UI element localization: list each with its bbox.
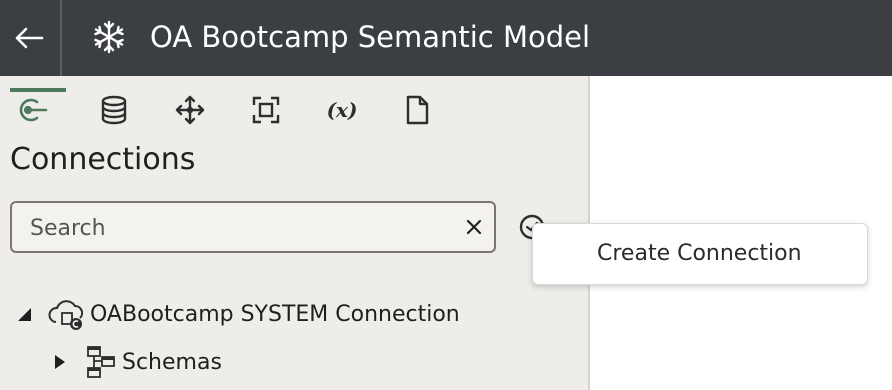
connection-plug-icon [19, 98, 48, 122]
back-button[interactable] [0, 0, 60, 76]
tab-database[interactable] [92, 88, 136, 132]
menu-item-create-connection[interactable]: Create Connection [597, 238, 802, 270]
collapsed-triangle-icon[interactable] [50, 352, 70, 372]
arrow-left-icon [15, 27, 44, 49]
database-icon [101, 95, 127, 125]
tab-connections[interactable] [10, 88, 66, 132]
close-icon [466, 219, 482, 235]
tree-item-label: OABootcamp SYSTEM Connection [90, 301, 460, 327]
clear-search-button[interactable] [460, 213, 488, 241]
tab-variables[interactable]: (x) [320, 88, 364, 132]
cloud-connection-icon [48, 300, 84, 330]
tree-item-connection[interactable]: OABootcamp SYSTEM Connection [14, 294, 460, 334]
tab-document[interactable] [396, 88, 440, 132]
snowflake-icon [94, 20, 124, 54]
header-divider [60, 0, 62, 76]
variable-icon: (x) [326, 98, 358, 122]
search-input[interactable] [28, 203, 452, 253]
document-icon [406, 95, 429, 125]
tree-item-schemas[interactable]: Schemas [50, 342, 222, 382]
search-field [10, 201, 496, 253]
panel-heading: Connections [10, 142, 196, 177]
expanded-triangle-icon[interactable] [14, 304, 34, 324]
actions-menu: Create Connection [532, 223, 868, 285]
tab-frame[interactable] [244, 88, 288, 132]
schema-icon [87, 346, 115, 378]
page-title: OA Bootcamp Semantic Model [150, 20, 591, 54]
move-arrows-icon [175, 95, 205, 125]
tree-item-label: Schemas [122, 349, 222, 375]
tab-hierarchy[interactable] [168, 88, 212, 132]
connections-panel: (x) Connections Search OABootcamp SYSTEM… [0, 76, 588, 390]
app-header: OA Bootcamp Semantic Model [0, 0, 892, 76]
focus-frame-icon [252, 96, 280, 124]
